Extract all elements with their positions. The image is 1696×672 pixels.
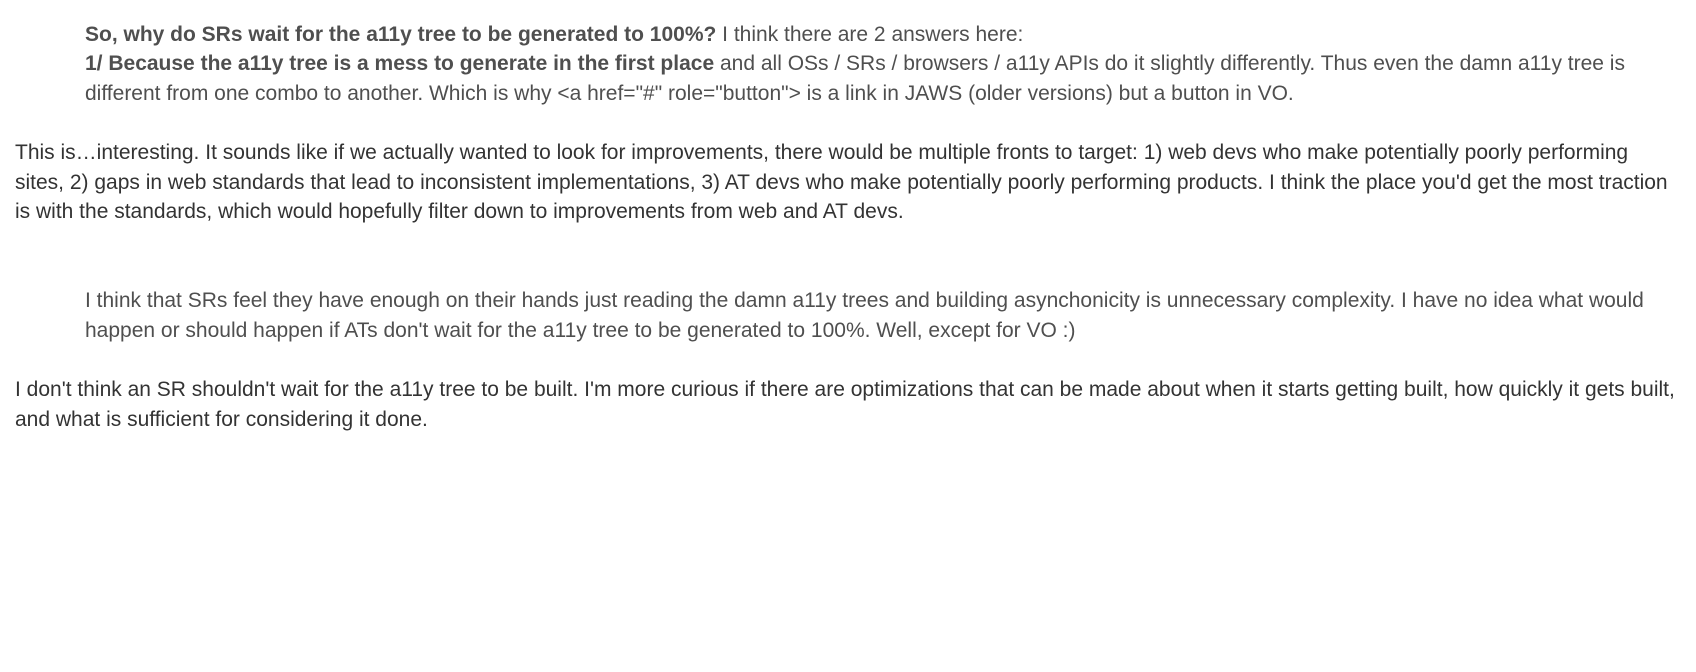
reply-paragraph-2: I don't think an SR shouldn't wait for t… [15,375,1681,434]
spacer [15,256,1681,286]
quote-block-2: I think that SRs feel they have enough o… [15,286,1681,345]
quote-block-1: So, why do SRs wait for the a11y tree to… [15,20,1681,108]
reply-paragraph-1: This is…interesting. It sounds like if w… [15,138,1681,226]
quote-after-question: I think there are 2 answers here: [716,23,1023,46]
quote-bold-point1: 1/ Because the a11y tree is a mess to ge… [85,52,714,75]
quote-bold-question: So, why do SRs wait for the a11y tree to… [85,23,716,46]
